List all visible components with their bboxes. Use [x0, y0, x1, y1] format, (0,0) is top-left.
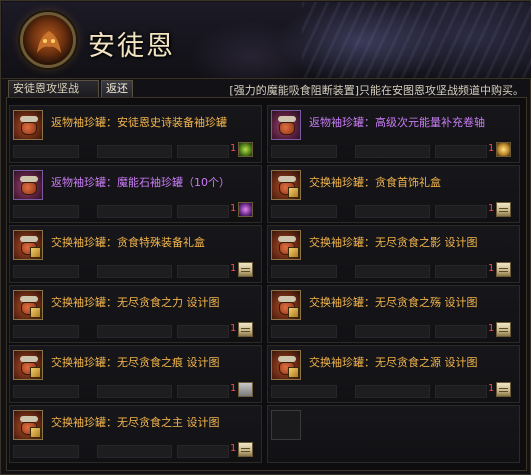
shop-item[interactable]: 返物袖珍罐：安徒恩史诗装备袖珍罐 1 [9, 105, 262, 163]
price-slot [271, 205, 337, 218]
price-slot [13, 145, 79, 158]
item-qty: 1 [488, 263, 495, 274]
item-qty: 1 [488, 323, 495, 334]
price-slot [271, 325, 337, 338]
card-icon [238, 262, 253, 277]
item-qty: 1 [488, 143, 495, 154]
price-slot [271, 265, 337, 278]
card-icon [496, 262, 511, 277]
card-icon [496, 202, 511, 217]
price-slot [435, 145, 487, 158]
shop-item[interactable]: 返物袖珍罐：高级次元能量补充卷轴 1 [267, 105, 520, 163]
price-slot [435, 205, 487, 218]
price-slot [355, 145, 430, 158]
anton-emblem-icon [20, 12, 76, 68]
item-name: 交换袖珍罐：无尽贪食之痕 设计图 [51, 356, 220, 369]
item-panel: 返物袖珍罐：安徒恩史诗装备袖珍罐 1 返物袖珍罐：高级次元能量补充卷轴 1 返物… [6, 97, 527, 471]
gold-orb-icon [496, 142, 511, 157]
price-slot [97, 205, 172, 218]
shop-item[interactable]: 交换袖珍罐：无尽贪食之力 设计图 1 [9, 285, 262, 343]
jar-icon [13, 170, 43, 200]
price-slot [97, 265, 172, 278]
jar-icon [271, 350, 301, 380]
price-slot [355, 205, 430, 218]
item-qty: 1 [488, 383, 495, 394]
price-slot [13, 325, 79, 338]
item-name: 交换袖珍罐：无尽贪食之影 设计图 [309, 236, 478, 249]
item-name: 交换袖珍罐：贪食首饰礼盒 [309, 176, 441, 189]
jar-icon [271, 110, 301, 140]
item-name: 交换袖珍罐：无尽贪食之殇 设计图 [309, 296, 478, 309]
item-qty: 1 [230, 383, 237, 394]
header-banner: 安徒恩 [2, 2, 531, 79]
empty-icon-slot [271, 410, 301, 440]
tab-anton-raid[interactable]: 安徒恩攻坚战 [8, 80, 99, 97]
item-qty: 1 [230, 203, 237, 214]
item-name: 交换袖珍罐：贪食特殊装备礼盒 [51, 236, 205, 249]
empty-item-slot [267, 405, 520, 463]
jar-icon [271, 230, 301, 260]
jar-icon [13, 110, 43, 140]
shop-item[interactable]: 交换袖珍罐：无尽贪食之痕 设计图 1 [9, 345, 262, 403]
tab-return[interactable]: 返还 [101, 80, 133, 97]
shop-item[interactable]: 交换袖珍罐：贪食首饰礼盒 1 [267, 165, 520, 223]
price-slot [177, 265, 229, 278]
card-icon [496, 382, 511, 397]
price-slot [271, 385, 337, 398]
jar-icon [13, 230, 43, 260]
item-qty: 1 [230, 323, 237, 334]
grey-card-icon [238, 382, 253, 397]
item-name: 交换袖珍罐：无尽贪食之主 设计图 [51, 416, 220, 429]
violet-orb-icon [238, 202, 253, 217]
price-slot [13, 445, 79, 458]
item-name: 交换袖珍罐：无尽贪食之源 设计图 [309, 356, 478, 369]
green-orb-icon [238, 142, 253, 157]
price-slot [435, 325, 487, 338]
jar-icon [271, 290, 301, 320]
item-qty: 1 [230, 263, 237, 274]
price-slot [177, 145, 229, 158]
price-slot [97, 445, 172, 458]
price-slot [97, 145, 172, 158]
shop-window: 安徒恩 安徒恩攻坚战 返还 [强力的魔能吸食阻断装置]只能在安图恩攻坚战频道中购… [0, 0, 531, 475]
price-slot [355, 265, 430, 278]
notice-text: [强力的魔能吸食阻断装置]只能在安图恩攻坚战频道中购买。 [229, 84, 524, 97]
item-name: 返物袖珍罐：魔能石袖珍罐（10个） [51, 176, 230, 189]
price-slot [97, 325, 172, 338]
price-slot [177, 385, 229, 398]
price-slot [435, 385, 487, 398]
price-slot [271, 145, 337, 158]
price-slot [177, 325, 229, 338]
item-name: 交换袖珍罐：无尽贪食之力 设计图 [51, 296, 220, 309]
jar-icon [13, 350, 43, 380]
price-slot [355, 325, 430, 338]
price-slot [435, 265, 487, 278]
item-name: 返物袖珍罐：安徒恩史诗装备袖珍罐 [51, 116, 227, 129]
jar-icon [13, 290, 43, 320]
card-icon [238, 442, 253, 457]
jar-icon [271, 170, 301, 200]
item-qty: 1 [488, 203, 495, 214]
shop-item[interactable]: 交换袖珍罐：贪食特殊装备礼盒 1 [9, 225, 262, 283]
item-name: 返物袖珍罐：高级次元能量补充卷轴 [309, 116, 485, 129]
shop-item[interactable]: 交换袖珍罐：无尽贪食之源 设计图 1 [267, 345, 520, 403]
price-slot [355, 385, 430, 398]
card-icon [496, 322, 511, 337]
jar-icon [13, 410, 43, 440]
price-slot [177, 205, 229, 218]
price-slot [13, 205, 79, 218]
item-qty: 1 [230, 443, 237, 454]
page-title: 安徒恩 [88, 31, 175, 62]
shop-item[interactable]: 交换袖珍罐：无尽贪食之殇 设计图 1 [267, 285, 520, 343]
price-slot [13, 265, 79, 278]
price-slot [97, 385, 172, 398]
shop-item[interactable]: 返物袖珍罐：魔能石袖珍罐（10个） 1 [9, 165, 262, 223]
card-icon [238, 322, 253, 337]
item-qty: 1 [230, 143, 237, 154]
price-slot [177, 445, 229, 458]
shop-item[interactable]: 交换袖珍罐：无尽贪食之主 设计图 1 [9, 405, 262, 463]
shop-item[interactable]: 交换袖珍罐：无尽贪食之影 设计图 1 [267, 225, 520, 283]
price-slot [13, 385, 79, 398]
